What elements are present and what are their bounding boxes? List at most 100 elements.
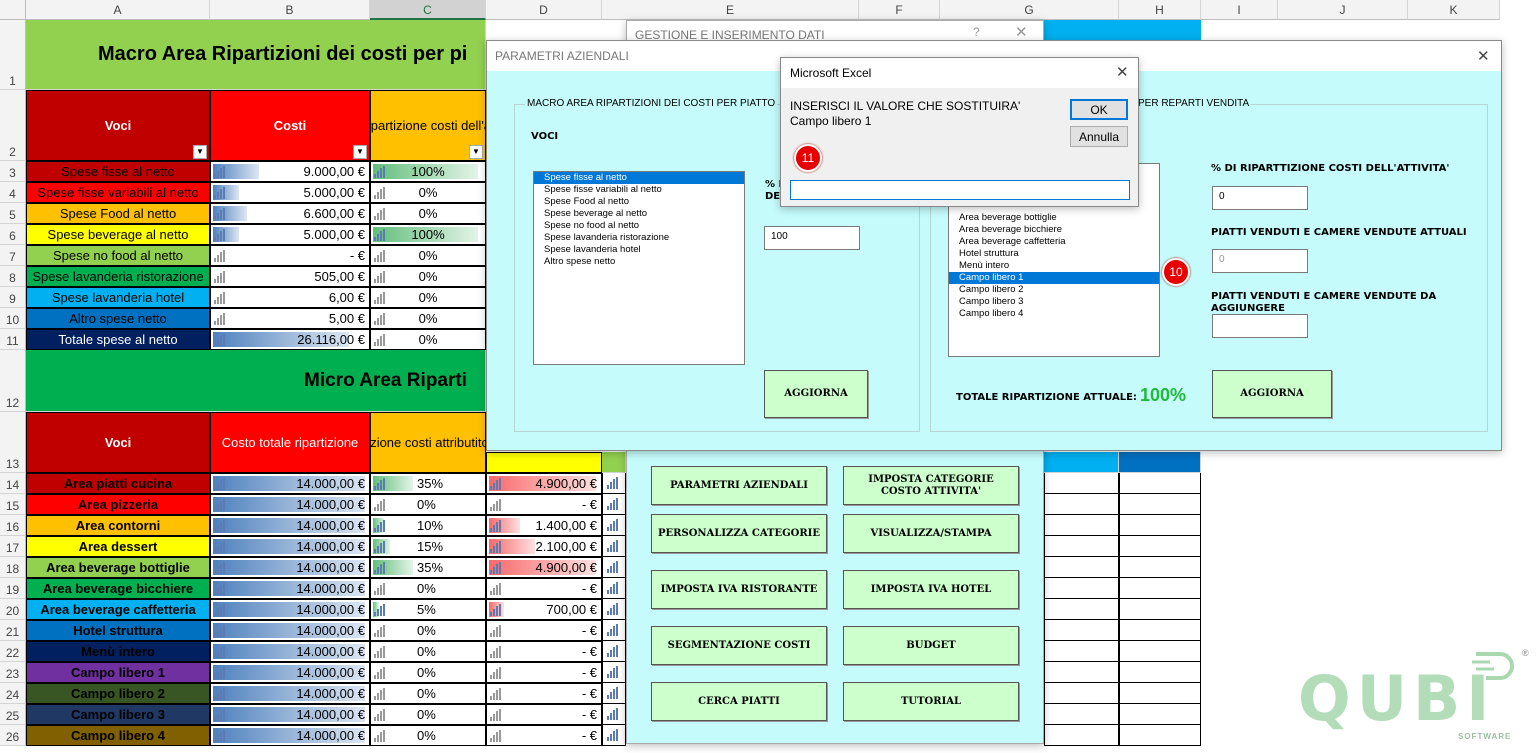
column-header-e[interactable]: E: [602, 0, 859, 20]
grid-cell[interactable]: [1044, 704, 1119, 725]
macro-row-pct-cell[interactable]: 0%: [370, 245, 486, 266]
row-header-12[interactable]: 12: [0, 350, 26, 412]
reparti-list-item[interactable]: Area beverage caffetteria: [949, 236, 1159, 248]
grid-cell[interactable]: [1044, 473, 1119, 494]
macro-row-cost-cell[interactable]: 26.116,00 €: [210, 329, 370, 350]
grid-cell[interactable]: [602, 641, 626, 662]
row-header-18[interactable]: 18: [0, 557, 26, 578]
row-header-5[interactable]: 5: [0, 203, 26, 224]
row-header-9[interactable]: 9: [0, 287, 26, 308]
voci-list-item[interactable]: Spese no food al netto: [534, 220, 744, 232]
grid-cell[interactable]: [602, 620, 626, 641]
cancel-button[interactable]: Annulla: [1070, 126, 1128, 147]
micro-row-cost-cell[interactable]: 14.000,00 €: [210, 473, 370, 494]
row-header-26[interactable]: 26: [0, 725, 26, 746]
grid-cell[interactable]: [602, 515, 626, 536]
micro-row-cost-cell[interactable]: 14.000,00 €: [210, 725, 370, 746]
grid-cell[interactable]: [602, 494, 626, 515]
micro-row-pct-cell[interactable]: 0%: [370, 620, 486, 641]
micro-row-pct-cell[interactable]: 0%: [370, 725, 486, 746]
micro-row-pct-cell[interactable]: 35%: [370, 557, 486, 578]
micro-row-pct-cell[interactable]: 35%: [370, 473, 486, 494]
micro-row-cost-cell[interactable]: 14.000,00 €: [210, 515, 370, 536]
close-icon[interactable]: ✕: [1116, 63, 1129, 81]
grid-cell[interactable]: [1044, 578, 1119, 599]
grid-cell[interactable]: [1119, 515, 1201, 536]
micro-row-pct-cell[interactable]: 0%: [370, 578, 486, 599]
grid-cell[interactable]: [602, 578, 626, 599]
reparti-list-item[interactable]: Area beverage bicchiere: [949, 224, 1159, 236]
voci-list-item[interactable]: Spese fisse al netto: [534, 172, 744, 184]
grid-cell[interactable]: [1044, 536, 1119, 557]
row-header-17[interactable]: 17: [0, 536, 26, 557]
reparti-list-item[interactable]: Campo libero 2: [949, 284, 1159, 296]
macro-row-pct-cell[interactable]: 0%: [370, 266, 486, 287]
micro-row-pct-cell[interactable]: 0%: [370, 704, 486, 725]
macro-row-cost-cell[interactable]: - €: [210, 245, 370, 266]
row-header-2[interactable]: 2: [0, 90, 26, 161]
grid-cell[interactable]: [1044, 494, 1119, 515]
row-header-13[interactable]: 13: [0, 412, 26, 473]
grid-cell[interactable]: [1119, 620, 1201, 641]
grid-cell[interactable]: [602, 704, 626, 725]
micro-row-value-cell[interactable]: 4.900,00 €: [486, 557, 602, 578]
column-header-f[interactable]: F: [859, 0, 940, 20]
grid-cell[interactable]: [602, 557, 626, 578]
column-header-j[interactable]: J: [1278, 0, 1408, 20]
grid-cell[interactable]: [1044, 662, 1119, 683]
reparti-list-item[interactable]: Menù intero: [949, 260, 1159, 272]
grid-cell[interactable]: [1044, 620, 1119, 641]
grid-cell[interactable]: [1119, 662, 1201, 683]
filter-dropdown-icon[interactable]: ▼: [353, 145, 367, 159]
macro-row-pct-cell[interactable]: 100%: [370, 161, 486, 182]
row-header-14[interactable]: 14: [0, 473, 26, 494]
macro-row-cost-cell[interactable]: 5.000,00 €: [210, 224, 370, 245]
voci-list-item[interactable]: Spese fisse variabili al netto: [534, 184, 744, 196]
reparti-list-item[interactable]: Campo libero 3: [949, 296, 1159, 308]
grid-cell[interactable]: [1119, 536, 1201, 557]
row-header-1[interactable]: 1: [0, 20, 26, 90]
row-header-15[interactable]: 15: [0, 494, 26, 515]
micro-row-cost-cell[interactable]: 14.000,00 €: [210, 494, 370, 515]
micro-row-value-cell[interactable]: - €: [486, 641, 602, 662]
column-header-d[interactable]: D: [486, 0, 602, 20]
reparti-list-item[interactable]: Area beverage bottiglie: [949, 212, 1159, 224]
column-header-b[interactable]: B: [210, 0, 370, 20]
micro-row-value-cell[interactable]: 700,00 €: [486, 599, 602, 620]
row-header-8[interactable]: 8: [0, 266, 26, 287]
aggiorna-right-button[interactable]: AGGIORNA: [1212, 370, 1332, 418]
filter-dropdown-icon[interactable]: ▼: [469, 145, 483, 159]
micro-row-cost-cell[interactable]: 14.000,00 €: [210, 641, 370, 662]
micro-row-value-cell[interactable]: 1.400,00 €: [486, 515, 602, 536]
micro-row-cost-cell[interactable]: 14.000,00 €: [210, 683, 370, 704]
macro-row-cost-cell[interactable]: 5.000,00 €: [210, 182, 370, 203]
grid-cell[interactable]: [602, 536, 626, 557]
micro-row-value-cell[interactable]: - €: [486, 704, 602, 725]
gestione-button-imposta-iva-ristorante[interactable]: IMPOSTA IVA RISTORANTE: [651, 570, 827, 609]
venduti-aggiungere-input[interactable]: [1212, 314, 1308, 338]
micro-row-pct-cell[interactable]: 0%: [370, 494, 486, 515]
grid-cell[interactable]: [1044, 725, 1119, 746]
grid-cell[interactable]: [1044, 641, 1119, 662]
voci-list-item[interactable]: Altro spese netto: [534, 256, 744, 268]
micro-row-pct-cell[interactable]: 5%: [370, 599, 486, 620]
macro-row-cost-cell[interactable]: 505,00 €: [210, 266, 370, 287]
column-header-c[interactable]: C: [370, 0, 486, 20]
grid-cell[interactable]: [602, 725, 626, 746]
grid-cell[interactable]: [1119, 494, 1201, 515]
macro-row-pct-cell[interactable]: 100%: [370, 224, 486, 245]
grid-cell[interactable]: [1044, 557, 1119, 578]
grid-cell[interactable]: [1119, 683, 1201, 704]
grid-cell[interactable]: [1119, 599, 1201, 620]
row-header-6[interactable]: 6: [0, 224, 26, 245]
gestione-button-imposta-categorie-costo-attivita[interactable]: IMPOSTA CATEGORIE COSTO ATTIVITA': [843, 466, 1019, 505]
voci-list-item[interactable]: Spese beverage al netto: [534, 208, 744, 220]
grid-cell[interactable]: [1119, 641, 1201, 662]
micro-row-pct-cell[interactable]: 0%: [370, 683, 486, 704]
gestione-button-imposta-iva-hotel[interactable]: IMPOSTA IVA HOTEL: [843, 570, 1019, 609]
grid-cell[interactable]: [1044, 599, 1119, 620]
close-icon[interactable]: ✕: [1477, 47, 1490, 65]
micro-row-value-cell[interactable]: 2.100,00 €: [486, 536, 602, 557]
filter-dropdown-icon[interactable]: ▼: [193, 145, 207, 159]
gestione-button-segmentazione-costi[interactable]: SEGMENTAZIONE COSTI: [651, 626, 827, 665]
